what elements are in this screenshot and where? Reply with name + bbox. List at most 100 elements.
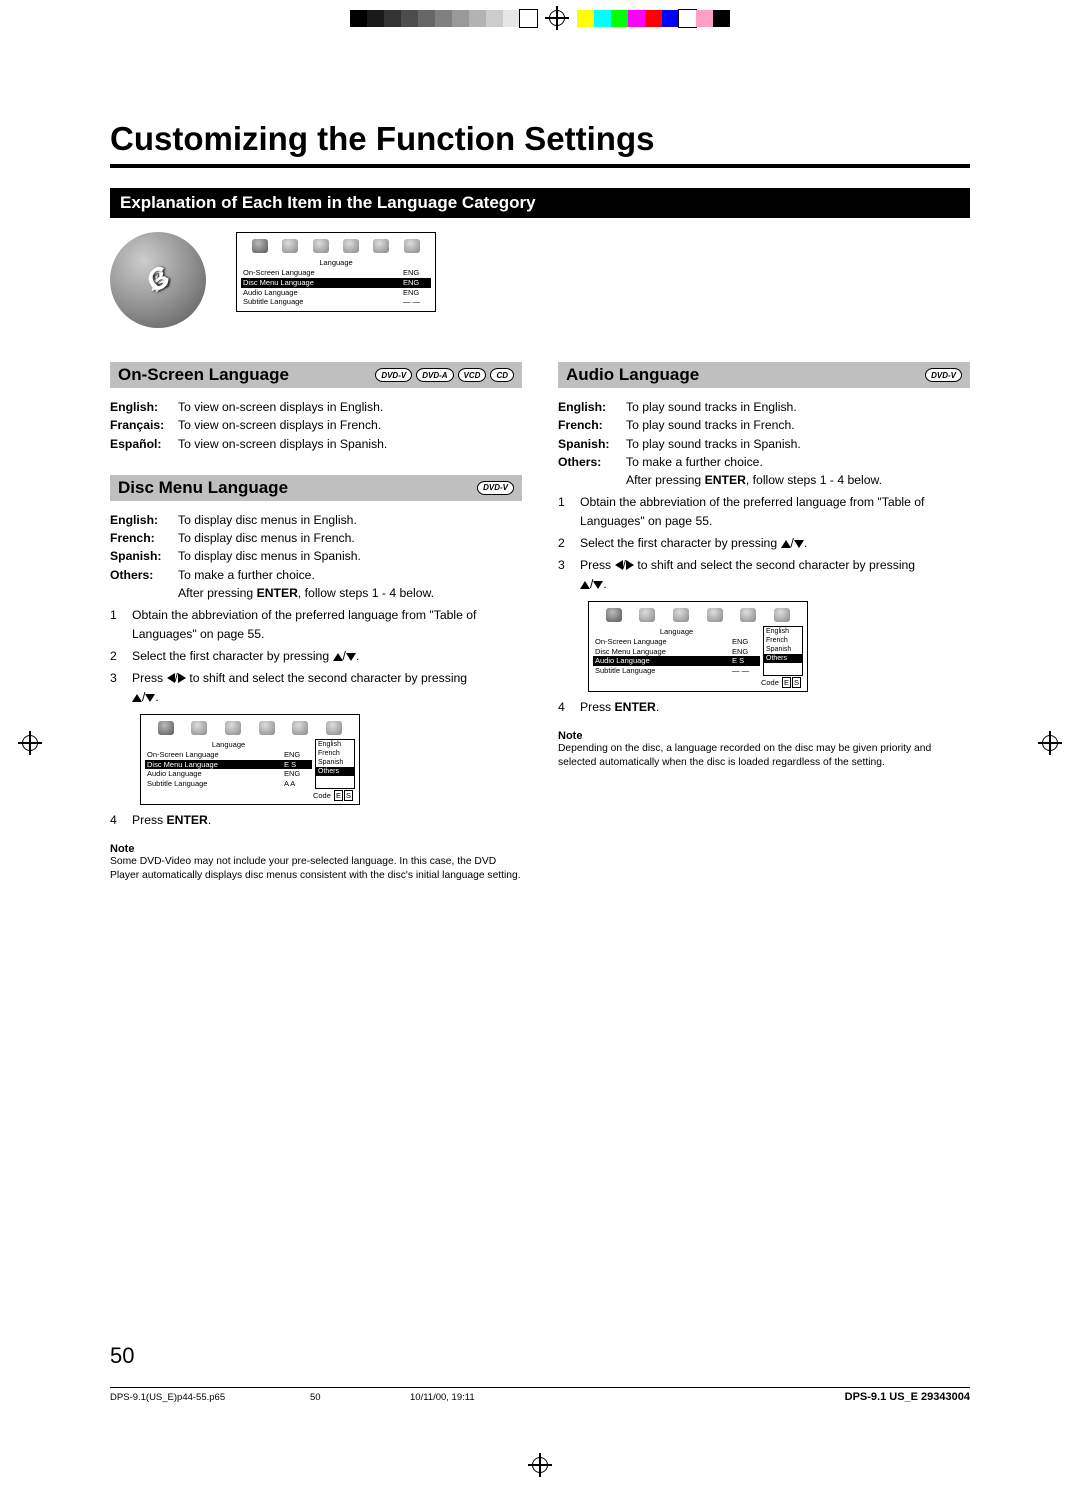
def-row: French:To play sound tracks in French. [558, 416, 970, 434]
down-arrow-icon [593, 581, 603, 589]
step-text: Press ENTER. [132, 811, 522, 829]
def-row: English:To view on-screen displays in En… [110, 398, 522, 416]
step-2: 2Select the first character by pressing … [110, 647, 522, 665]
term: English: [110, 511, 178, 529]
desc: To play sound tracks in Spanish. [626, 435, 970, 453]
desc: To play sound tracks in French. [626, 416, 970, 434]
right-arrow-icon [178, 673, 186, 683]
section-header-black: Explanation of Each Item in the Language… [110, 188, 970, 218]
calibration-bar [0, 8, 1080, 28]
desc: To display disc menus in English. [178, 511, 522, 529]
after-enter-line: After pressing ENTER, follow steps 1 - 4… [110, 584, 522, 602]
disc-badges: DVD-V DVD-A VCDCD [375, 368, 514, 382]
disc-badge: VCD [458, 368, 487, 382]
term: Spanish: [558, 435, 626, 453]
desc: To view on-screen displays in Spanish. [178, 435, 522, 453]
term: French: [110, 529, 178, 547]
discmenu-steps: 1Obtain the abbreviation of the preferre… [110, 606, 522, 705]
text: After pressing [178, 586, 257, 600]
term: Français: [110, 416, 178, 434]
text: , follow steps 1 - 4 below. [746, 473, 882, 487]
def-row: French:To display disc menus in French. [110, 529, 522, 547]
def-row: English:To play sound tracks in English. [558, 398, 970, 416]
step-text: Select the first character by pressing /… [132, 647, 522, 665]
section-title: Audio Language [566, 365, 699, 385]
left-column: On-Screen Language DVD-V DVD-A VCDCD Engli… [110, 352, 522, 883]
down-arrow-icon [346, 653, 356, 661]
page-content: Customizing the Function Settings Explan… [60, 60, 1020, 1425]
note-text: Some DVD-Video may not include your pre-… [110, 855, 522, 883]
note-text: Depending on the disc, a language record… [558, 742, 970, 770]
def-row: Spanish:To display disc menus in Spanish… [110, 547, 522, 565]
section-audio: Audio Language DVD-V [558, 362, 970, 388]
osd-panel-discmenu: LanguageOn-Screen LanguageENGDisc Menu L… [140, 714, 360, 805]
step-text: Press / to shift and select the second c… [132, 669, 522, 706]
footer-code: DPS-9.1 US_E 29343004 [845, 1391, 970, 1403]
section-title: On-Screen Language [118, 365, 289, 385]
registration-mark-icon [18, 731, 42, 755]
down-arrow-icon [794, 540, 804, 548]
osd-panel-audio: LanguageOn-Screen LanguageENGDisc Menu L… [588, 601, 808, 692]
left-arrow-icon [615, 560, 623, 570]
step-3: 3Press / to shift and select the second … [558, 556, 970, 593]
up-arrow-icon [580, 581, 590, 589]
desc: To make a further choice. [178, 566, 522, 584]
desc: To make a further choice. [626, 453, 970, 471]
color-swatches [577, 10, 730, 27]
up-arrow-icon [333, 653, 343, 661]
text: After pressing [626, 473, 705, 487]
registration-mark-icon [1038, 731, 1062, 755]
footer-date: 10/11/00, 19:11 [410, 1392, 845, 1403]
note-label: Note [558, 730, 970, 742]
intro-row: ABC LanguageOn-Screen LanguageENGDisc Me… [110, 232, 970, 328]
down-arrow-icon [145, 694, 155, 702]
registration-mark-icon [545, 6, 569, 30]
registration-mark-icon [528, 1453, 552, 1477]
up-arrow-icon [132, 694, 142, 702]
step-text: Press ENTER. [580, 698, 970, 716]
def-row: Spanish:To play sound tracks in Spanish. [558, 435, 970, 453]
disc-badge: CD [490, 368, 514, 382]
after-enter-line: After pressing ENTER, follow steps 1 - 4… [558, 471, 970, 489]
text: , follow steps 1 - 4 below. [298, 586, 434, 600]
note-label: Note [110, 843, 522, 855]
gray-swatches [350, 10, 537, 27]
disc-badge: DVD-V [925, 368, 962, 382]
step-3: 3Press / to shift and select the second … [110, 669, 522, 706]
desc: To play sound tracks in English. [626, 398, 970, 416]
term: Others: [558, 453, 626, 471]
step-1: 1Obtain the abbreviation of the preferre… [110, 606, 522, 643]
enter-label: ENTER [257, 586, 298, 600]
section-onscreen: On-Screen Language DVD-V DVD-A VCDCD [110, 362, 522, 388]
section-discmenu: Disc Menu Language DVD-V [110, 475, 522, 501]
disc-badges: DVD-V [477, 481, 514, 495]
right-column: Audio Language DVD-V English:To play sou… [558, 352, 970, 883]
step-text: Select the first character by pressing /… [580, 534, 970, 552]
step-1: 1Obtain the abbreviation of the preferre… [558, 493, 970, 530]
footer-meta: DPS-9.1(US_E)p44-55.p65 50 10/11/00, 19:… [110, 1387, 970, 1403]
right-arrow-icon [626, 560, 634, 570]
desc: To view on-screen displays in English. [178, 398, 522, 416]
desc: To view on-screen displays in French. [178, 416, 522, 434]
desc: To display disc menus in French. [178, 529, 522, 547]
disc-badge: DVD-V [375, 368, 412, 382]
enter-label: ENTER [705, 473, 746, 487]
term: Español: [110, 435, 178, 453]
def-row: Others:To make a further choice. [110, 566, 522, 584]
step-4: 4Press ENTER. [110, 811, 522, 829]
page-title: Customizing the Function Settings [110, 120, 970, 168]
audio-step4: 4Press ENTER. [558, 698, 970, 716]
disc-badge: DVD-A [416, 368, 453, 382]
osd-panel-top: LanguageOn-Screen LanguageENGDisc Menu L… [236, 232, 436, 312]
step-text: Press / to shift and select the second c… [580, 556, 970, 593]
audio-list: English:To play sound tracks in English.… [558, 398, 970, 471]
term: English: [110, 398, 178, 416]
def-row: Others:To make a further choice. [558, 453, 970, 471]
discmenu-step4: 4Press ENTER. [110, 811, 522, 829]
disc-badge: DVD-V [477, 481, 514, 495]
audio-steps: 1Obtain the abbreviation of the preferre… [558, 493, 970, 592]
term: English: [558, 398, 626, 416]
two-columns: On-Screen Language DVD-V DVD-A VCDCD Engli… [110, 352, 970, 883]
discmenu-list: English:To display disc menus in English… [110, 511, 522, 584]
term: Others: [110, 566, 178, 584]
